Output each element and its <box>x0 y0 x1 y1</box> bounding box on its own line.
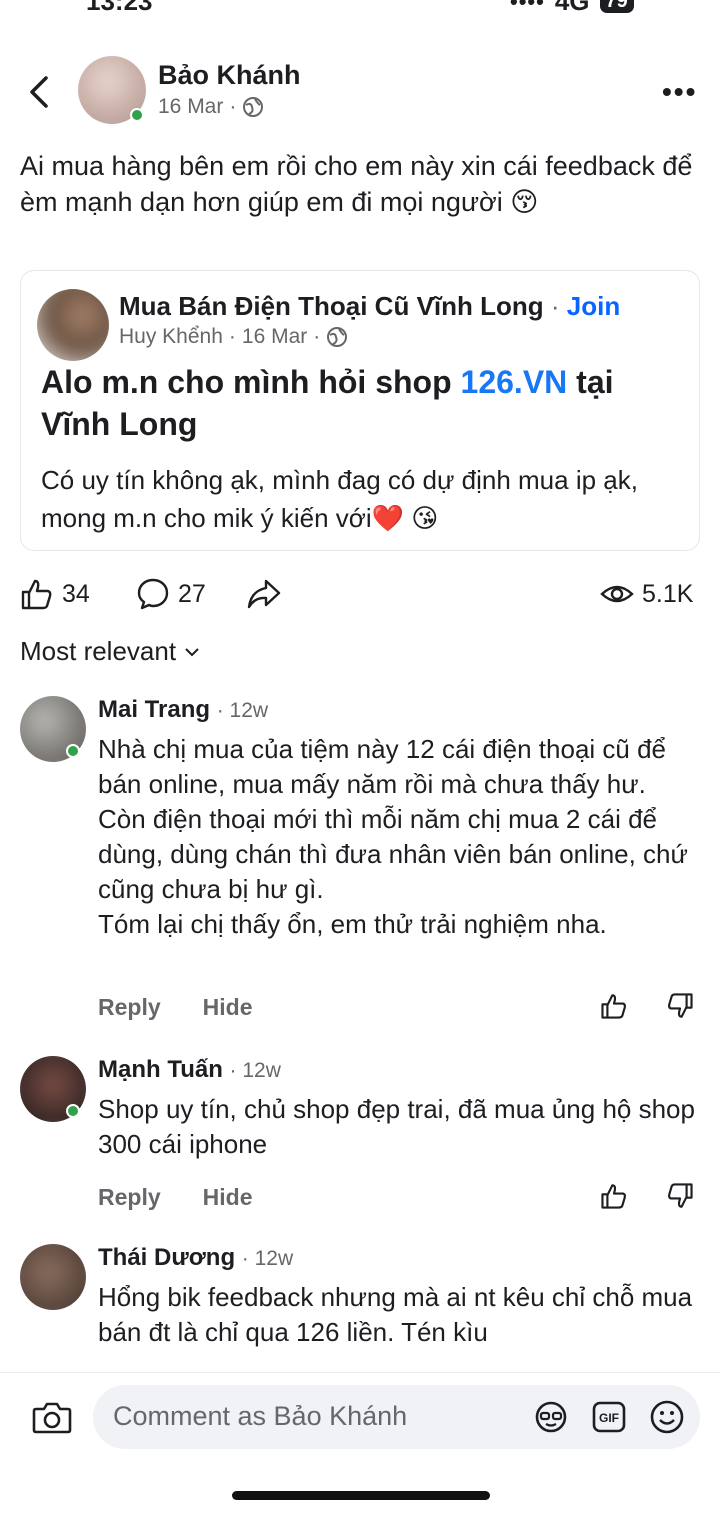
online-indicator <box>66 1104 80 1118</box>
thumb-up-icon[interactable] <box>600 1182 628 1210</box>
globe-icon <box>327 327 348 347</box>
action-bar: 34 27 5.1K <box>0 572 720 616</box>
group-avatar[interactable] <box>37 289 109 361</box>
globe-icon <box>243 97 264 117</box>
shared-title-text: Alo m.n cho mình hỏi shop <box>41 364 461 400</box>
comment-placeholder: Comment as Bảo Khánh <box>113 1401 408 1431</box>
group-separator: · <box>550 291 560 321</box>
comment-item: Thái Dương · 12w Hổng bik feedback nhưng… <box>0 1244 720 1354</box>
scroll-fade <box>0 1345 720 1375</box>
meta-separator: · <box>229 95 237 118</box>
share-button[interactable] <box>246 572 282 616</box>
signal-icon: •••• <box>510 0 545 14</box>
shared-separator: · <box>228 325 236 348</box>
network-label: 4G <box>554 0 590 16</box>
reply-button[interactable]: Reply <box>98 1184 161 1211</box>
comment-count: 27 <box>178 579 206 608</box>
comment-actions: Reply Hide <box>98 994 252 1021</box>
shared-separator-2: · <box>313 325 321 348</box>
comment-text: Nhà chị mua của tiệm này 12 cái điện tho… <box>98 734 688 939</box>
commenter-line: Thái Dương · 12w <box>98 1244 294 1271</box>
eye-icon <box>600 585 634 603</box>
home-indicator <box>232 1491 490 1500</box>
comment-text: Hổng bik feedback nhưng mà ai nt kêu chỉ… <box>98 1282 693 1347</box>
online-indicator <box>130 108 144 122</box>
post-meta: 16 Mar · <box>158 95 264 119</box>
like-count: 34 <box>62 579 90 608</box>
shared-author[interactable]: Huy Khểnh <box>119 325 223 349</box>
reply-button[interactable]: Reply <box>98 994 161 1021</box>
status-right: •••• 4G 79 <box>510 0 634 17</box>
comment-sort-dropdown[interactable]: Most relevant <box>20 636 200 667</box>
status-bar: 13:23 •••• 4G 79 <box>0 0 720 16</box>
emoji-icon[interactable] <box>649 1399 685 1435</box>
comment-votes <box>600 1182 694 1210</box>
comment-text: Shop uy tín, chủ shop đẹp trai, đã mua ủ… <box>98 1094 695 1159</box>
post-header: Bảo Khánh 16 Mar · ••• <box>0 50 720 130</box>
comment-actions: Reply Hide <box>98 1184 252 1211</box>
view-count: 5.1K <box>642 579 694 608</box>
composer-icons: GIF <box>533 1399 685 1435</box>
shared-body: Có uy tín không ạk, mình đag có dự định … <box>41 465 638 533</box>
camera-icon[interactable] <box>32 1399 72 1435</box>
comment-icon <box>137 578 169 610</box>
chevron-down-icon <box>185 647 199 656</box>
comment-button[interactable]: 27 <box>136 572 206 616</box>
more-icon[interactable]: ••• <box>662 76 697 108</box>
commenter-avatar[interactable] <box>20 1244 86 1310</box>
svg-text:GIF: GIF <box>599 1411 619 1425</box>
like-button[interactable]: 34 <box>20 572 90 616</box>
commenter-line: Mạnh Tuấn · 12w <box>98 1056 281 1083</box>
shared-group-line: Mua Bán Điện Thoại Cũ Vĩnh Long · Join <box>119 291 620 322</box>
battery-badge: 79 <box>599 0 634 13</box>
shared-meta: Huy Khểnh · 16 Mar · <box>119 325 348 349</box>
like-icon <box>21 579 52 610</box>
hide-button[interactable]: Hide <box>203 1184 253 1211</box>
commenter-name[interactable]: Thái Dương <box>98 1244 235 1271</box>
back-arrow-icon[interactable] <box>22 72 56 112</box>
commenter-line: Mai Trang · 12w <box>98 696 269 723</box>
comment-votes <box>600 992 694 1020</box>
thumb-up-icon[interactable] <box>600 992 628 1020</box>
comment-time: 12w <box>229 699 269 722</box>
comment-input[interactable]: Comment as Bảo Khánh GIF <box>93 1385 700 1449</box>
commenter-name[interactable]: Mạnh Tuấn <box>98 1056 223 1083</box>
gif-icon[interactable]: GIF <box>591 1399 627 1435</box>
hide-button[interactable]: Hide <box>203 994 253 1021</box>
shared-date: 16 Mar <box>241 325 308 348</box>
avatar-sticker-icon[interactable] <box>533 1399 569 1435</box>
shared-title-link[interactable]: 126.VN <box>461 364 568 400</box>
group-name[interactable]: Mua Bán Điện Thoại Cũ Vĩnh Long <box>119 291 544 321</box>
views: 5.1K <box>600 572 693 616</box>
comment-item: Mạnh Tuấn · 12w Shop uy tín, chủ shop đẹ… <box>0 1056 720 1216</box>
join-button[interactable]: Join <box>567 291 620 321</box>
thumb-down-icon[interactable] <box>666 992 694 1020</box>
comment-time: 12w <box>242 1059 281 1082</box>
comment-time: 12w <box>254 1247 294 1270</box>
status-time: 13:23 <box>86 0 153 16</box>
comment-item: Mai Trang · 12w Nhà chị mua của tiệm này… <box>0 696 720 1026</box>
share-icon <box>247 579 281 609</box>
post-date: 16 Mar <box>158 95 224 118</box>
author-name[interactable]: Bảo Khánh <box>158 60 301 91</box>
online-indicator <box>66 744 80 758</box>
comment-composer: Comment as Bảo Khánh GIF <box>0 1372 720 1513</box>
thumb-down-icon[interactable] <box>666 1182 694 1210</box>
commenter-name[interactable]: Mai Trang <box>98 696 210 723</box>
shared-title: Alo m.n cho mình hỏi shop 126.VN tại Vĩn… <box>41 361 681 445</box>
sort-label: Most relevant <box>20 636 177 666</box>
shared-post-card[interactable]: Mua Bán Điện Thoại Cũ Vĩnh Long · Join H… <box>20 270 700 551</box>
post-text: Ai mua hàng bên em rồi cho em này xin cá… <box>20 151 693 217</box>
